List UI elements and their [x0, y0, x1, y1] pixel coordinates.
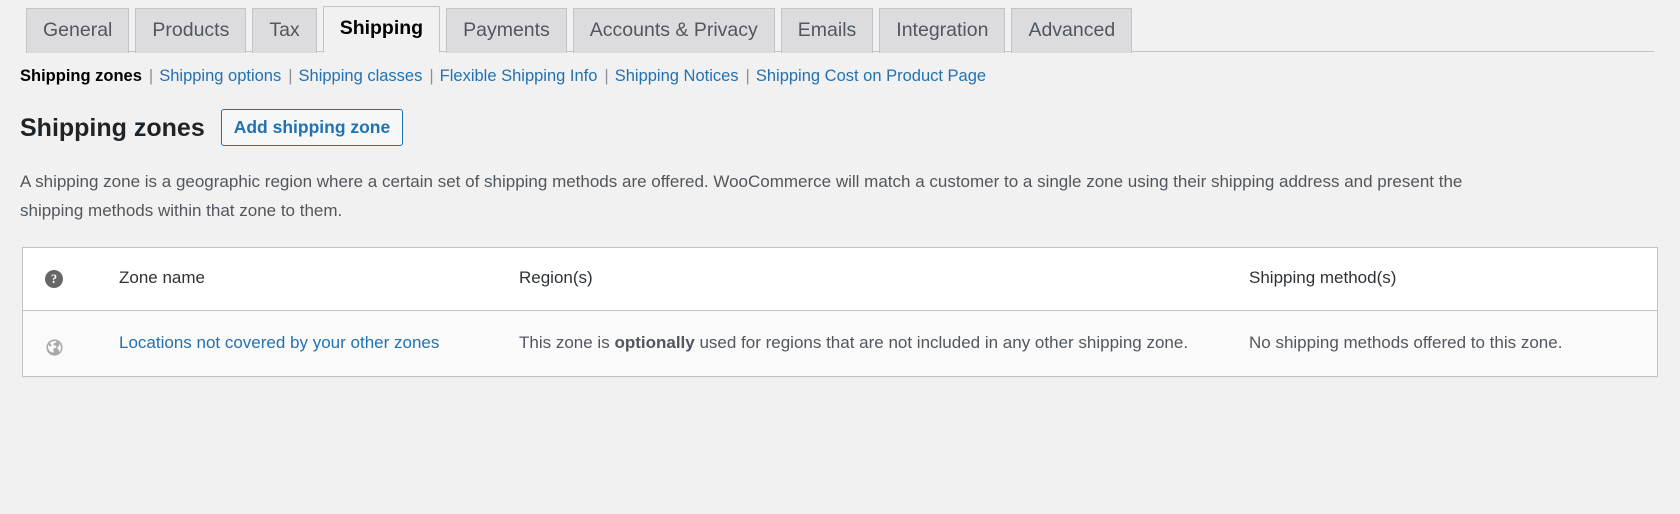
page-title: Shipping zones: [20, 113, 205, 142]
subnav-separator: |: [288, 67, 293, 85]
shipping-zones-table-head: ? Zone name Region(s) Shipping method(s): [23, 248, 1657, 311]
subnav-link-shipping-cost-on-product-page[interactable]: Shipping Cost on Product Page: [756, 64, 986, 88]
subnav-item-flexible-shipping-info: Flexible Shipping Info |: [440, 64, 615, 88]
tab-general[interactable]: General: [26, 8, 130, 53]
subnav-item-shipping-cost-on-product-page: Shipping Cost on Product Page: [756, 64, 986, 88]
row-shipping-methods-cell: No shipping methods offered to this zone…: [1239, 311, 1657, 376]
region-text-emphasis: optionally: [614, 333, 695, 352]
region-text-suffix: used for regions that are not included i…: [694, 333, 1189, 352]
subnav-separator: |: [604, 67, 609, 85]
column-header-sort: ?: [23, 248, 109, 311]
add-shipping-zone-button[interactable]: Add shipping zone: [220, 109, 404, 146]
column-header-regions: Region(s): [509, 248, 1239, 311]
row-regions-cell: This zone is optionally used for regions…: [509, 311, 1239, 376]
settings-tab-bar: General Products Tax Shipping Payments A…: [0, 0, 1680, 53]
shipping-subnav: Shipping zones | Shipping options | Ship…: [0, 64, 1680, 88]
tab-integration[interactable]: Integration: [879, 8, 1006, 53]
tab-products[interactable]: Products: [135, 8, 247, 53]
subnav-link-shipping-notices[interactable]: Shipping Notices: [615, 64, 739, 88]
help-icon[interactable]: ?: [45, 269, 63, 288]
globe-icon: [45, 338, 64, 357]
column-header-shipping-methods: Shipping method(s): [1239, 248, 1657, 311]
page-title-row: Shipping zones Add shipping zone: [0, 109, 1680, 146]
table-row: Locations not covered by your other zone…: [23, 311, 1657, 376]
row-zone-icon-cell: [23, 311, 109, 376]
tab-shipping[interactable]: Shipping: [322, 6, 441, 53]
subnav-link-shipping-zones[interactable]: Shipping zones: [20, 64, 142, 88]
tab-tax[interactable]: Tax: [252, 8, 317, 53]
shipping-zones-table-body: Locations not covered by your other zone…: [23, 311, 1657, 376]
tab-accounts-privacy[interactable]: Accounts & Privacy: [572, 8, 775, 53]
zone-name-link[interactable]: Locations not covered by your other zone…: [119, 333, 439, 352]
region-text-prefix: This zone is: [519, 333, 615, 352]
subnav-separator: |: [148, 67, 154, 85]
subnav-separator: |: [429, 67, 434, 85]
subnav-link-shipping-classes[interactable]: Shipping classes: [299, 64, 423, 88]
column-header-zone-name: Zone name: [109, 248, 509, 311]
tab-advanced[interactable]: Advanced: [1011, 8, 1133, 53]
shipping-zones-description: A shipping zone is a geographic region w…: [20, 172, 1463, 220]
subnav-item-shipping-zones: Shipping zones |: [20, 64, 159, 88]
shipping-zones-table: ? Zone name Region(s) Shipping method(s)…: [22, 247, 1658, 377]
tab-emails[interactable]: Emails: [780, 8, 874, 53]
subnav-item-shipping-notices: Shipping Notices |: [615, 64, 756, 88]
subnav-item-shipping-options: Shipping options |: [159, 64, 298, 88]
table-header-row: ? Zone name Region(s) Shipping method(s): [23, 248, 1657, 311]
subnav-item-shipping-classes: Shipping classes |: [299, 64, 440, 88]
subnav-link-flexible-shipping-info[interactable]: Flexible Shipping Info: [440, 64, 598, 88]
subnav-link-shipping-options[interactable]: Shipping options: [159, 64, 281, 88]
subnav-separator: |: [745, 67, 750, 85]
row-zone-name-cell: Locations not covered by your other zone…: [109, 311, 509, 376]
tab-payments[interactable]: Payments: [446, 8, 567, 53]
